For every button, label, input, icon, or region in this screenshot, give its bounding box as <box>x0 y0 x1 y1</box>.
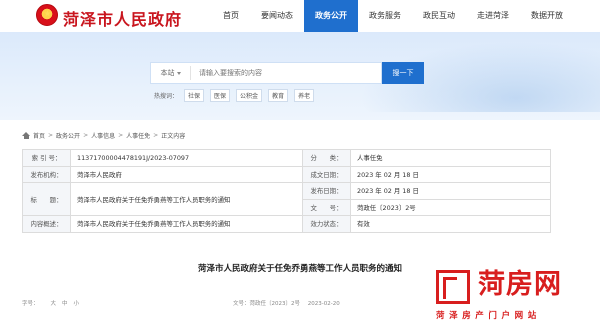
article-doc-ref: 文号：菏政任〔2023〕2号 2023-02-20 <box>233 299 340 307</box>
org-label: 发布机构： <box>22 165 71 183</box>
breadcrumb-separator: > <box>118 132 124 139</box>
status-value: 有效 <box>350 215 551 233</box>
nav-item-home[interactable]: 首页 <box>212 0 250 32</box>
national-emblem-icon <box>36 4 58 26</box>
search-input[interactable] <box>191 69 371 77</box>
font-size-small[interactable]: 小 <box>74 299 80 307</box>
breadcrumb-separator: > <box>83 132 89 139</box>
site-title[interactable]: 菏泽市人民政府 <box>63 6 182 30</box>
nav-item-open-data[interactable]: 数据开放 <box>520 0 574 32</box>
breadcrumb: 首页 > 政务公开 > 人事信息 > 人事任免 > 正文内容 <box>22 131 185 140</box>
org-value: 菏泽市人民政府 <box>70 165 303 183</box>
nav-item-gov-service[interactable]: 政务服务 <box>358 0 412 32</box>
hot-tag[interactable]: 养老 <box>294 89 315 102</box>
hot-search-words: 热搜词： 社保 医保 公积金 教育 养老 <box>154 89 315 102</box>
nav-item-about[interactable]: 走进菏泽 <box>466 0 520 32</box>
nav-item-gov-open[interactable]: 政务公开 <box>304 0 358 32</box>
title-label: 标 题： <box>22 182 71 216</box>
category-value: 人事任免 <box>350 149 551 167</box>
breadcrumb-separator: > <box>48 132 54 139</box>
index-value: 11371700004478191J/2023-07097 <box>70 149 303 167</box>
font-size-medium[interactable]: 中 <box>62 299 68 307</box>
font-size-large[interactable]: 大 <box>51 299 57 307</box>
hot-tag[interactable]: 医保 <box>210 89 231 102</box>
breadcrumb-personnel-info[interactable]: 人事信息 <box>91 131 115 140</box>
table-row: 发布机构： 菏泽市人民政府 成文日期： 2023 年 02 月 18 日 <box>22 165 551 183</box>
table-row: 内容概述： 菏泽市人民政府关于任免乔勇燕等工作人员职务的通知 效力状态： 有效 <box>22 215 551 233</box>
category-label: 分 类： <box>302 149 351 167</box>
main-nav: 首页 要闻动态 政务公开 政务服务 政民互动 走进菏泽 数据开放 <box>212 0 574 32</box>
status-label: 效力状态： <box>302 215 351 233</box>
hot-tag[interactable]: 公积金 <box>236 89 263 102</box>
article-date: 2023-02-20 <box>307 301 340 307</box>
doc-ref-text: 文号：菏政任〔2023〕2号 <box>233 301 300 307</box>
breadcrumb-separator: > <box>153 132 159 139</box>
nav-item-interaction[interactable]: 政民互动 <box>412 0 466 32</box>
search-banner: 本站 搜一下 热搜词： 社保 医保 公积金 教育 养老 <box>0 32 600 120</box>
search-scope-select[interactable]: 本站 <box>151 66 191 80</box>
table-row: 索 引 号： 11371700004478191J/2023-07097 分 类… <box>22 149 551 167</box>
hot-search-label: 热搜词： <box>154 93 179 100</box>
created-date-label: 成文日期： <box>302 165 351 183</box>
search-button[interactable]: 搜一下 <box>382 62 424 84</box>
site-header: 菏泽市人民政府 首页 要闻动态 政务公开 政务服务 政民互动 走进菏泽 数据开放 <box>0 0 600 32</box>
watermark-title: 菏房网 <box>478 269 562 300</box>
index-label: 索 引 号： <box>22 149 71 167</box>
watermark-mark-icon <box>436 270 470 304</box>
font-size-options: 大 中 小 <box>51 299 80 307</box>
created-date-value: 2023 年 02 月 18 日 <box>350 165 551 183</box>
hot-tag[interactable]: 社保 <box>184 89 205 102</box>
chevron-down-icon <box>176 71 181 75</box>
watermark-subtitle: 菏泽房产门户网站 <box>436 311 541 321</box>
home-icon <box>22 132 30 139</box>
search-box: 本站 <box>150 62 382 84</box>
font-size-label: 字号： <box>22 301 39 307</box>
table-row: 标 题： 菏泽市人民政府关于任免乔勇燕等工作人员职务的通知 发布日期： 2023… <box>22 182 551 216</box>
breadcrumb-current: 正文内容 <box>161 133 186 140</box>
hot-tag[interactable]: 教育 <box>268 89 289 102</box>
doc-number-label: 文 号： <box>302 198 351 216</box>
nav-item-news[interactable]: 要闻动态 <box>250 0 304 32</box>
doc-number-value: 菏政任〔2023〕2号 <box>350 198 551 216</box>
breadcrumb-appointments[interactable]: 人事任免 <box>126 131 150 140</box>
title-value: 菏泽市人民政府关于任免乔勇燕等工作人员职务的通知 <box>70 182 303 216</box>
document-meta-table: 索 引 号： 11371700004478191J/2023-07097 分 类… <box>22 149 551 233</box>
breadcrumb-home[interactable]: 首页 <box>33 131 45 140</box>
watermark-logo: 菏房网 菏泽房产门户网站 <box>436 270 596 322</box>
summary-value: 菏泽市人民政府关于任免乔勇燕等工作人员职务的通知 <box>70 215 303 233</box>
published-date-value: 2023 年 02 月 18 日 <box>350 182 551 200</box>
breadcrumb-gov-open[interactable]: 政务公开 <box>56 131 80 140</box>
summary-label: 内容概述： <box>22 215 71 233</box>
published-date-label: 发布日期： <box>302 182 351 200</box>
search-scope-label: 本站 <box>160 69 175 77</box>
